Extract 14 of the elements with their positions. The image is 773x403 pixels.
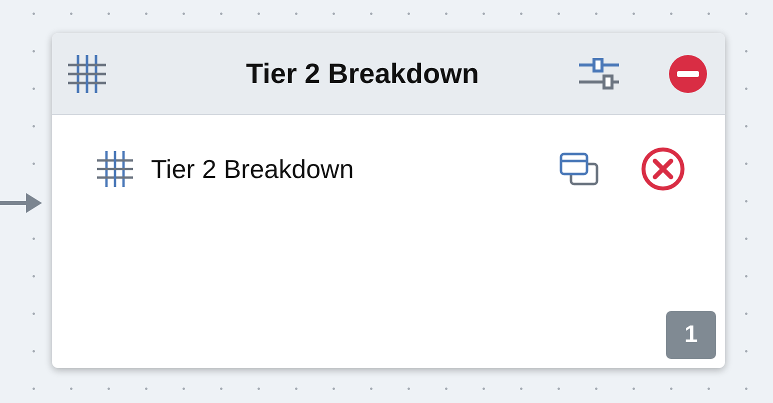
close-button[interactable] xyxy=(641,147,685,191)
sliders-icon xyxy=(579,58,619,90)
close-icon xyxy=(641,147,685,191)
grid-icon xyxy=(97,151,133,187)
grid-icon xyxy=(68,54,106,92)
windows-icon xyxy=(559,152,599,186)
minus-circle-icon xyxy=(669,54,707,92)
node-title: Tier 2 Breakdown xyxy=(245,58,480,90)
connector-arrow xyxy=(0,192,42,214)
item-label: Tier 2 Breakdown xyxy=(151,154,355,184)
count-badge: 1 xyxy=(666,311,716,359)
settings-button[interactable] xyxy=(579,58,619,90)
remove-button[interactable] xyxy=(669,54,707,92)
windows-button[interactable] xyxy=(559,152,599,186)
